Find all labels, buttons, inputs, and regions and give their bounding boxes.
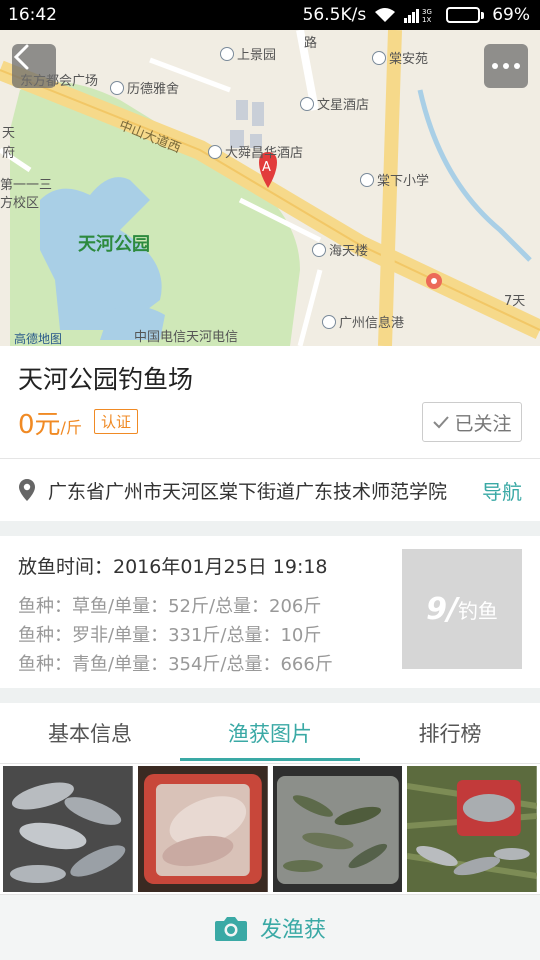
species-row: 鱼种：草鱼/单量：52斤/总量：206斤 <box>18 596 322 617</box>
status-time: 16:42 <box>8 5 57 25</box>
back-button[interactable] <box>12 44 56 88</box>
species-row: 鱼种：罗非/单量：331斤/总量：10斤 <box>18 625 322 646</box>
tab-bar: 基本信息 渔获图片 排行榜 <box>0 703 540 763</box>
place-header: 天河公园钓鱼场 0元/斤 认证 已关注 <box>0 346 540 458</box>
stocking-time: 放鱼时间：2016年01月25日 19:18 <box>18 552 328 579</box>
map-label-school-area: 方校区 <box>0 196 40 211</box>
map-label-wenxing: 文星酒店 <box>300 94 369 113</box>
map-label-dashun: 大舜昌华酒店 <box>208 142 303 161</box>
battery-percent: 69% <box>492 5 530 25</box>
navigate-button[interactable]: 导航 <box>482 476 522 505</box>
place-title: 天河公园钓鱼场 <box>18 365 194 394</box>
battery-icon <box>446 7 485 23</box>
map-label-lu: 路 <box>304 36 318 51</box>
map-view[interactable]: A 上景园 棠安苑 历德雅舍 文星酒店 中山大道西 大舜昌华酒店 棠下小学 天河… <box>0 30 540 346</box>
map-label-tangxia-school: 棠下小学 <box>360 170 429 189</box>
network-speed: 56.5K/s <box>302 5 367 25</box>
follow-label: 已关注 <box>454 412 512 435</box>
map-label-shangjing: 上景园 <box>220 44 276 63</box>
chevron-left-icon <box>13 44 29 70</box>
map-label-haitian: 海天楼 <box>312 240 368 259</box>
wifi-icon <box>375 8 396 22</box>
species-row: 鱼种：青鱼/单量：354斤/总量：666斤 <box>18 654 333 675</box>
address-row[interactable]: 广东省广州市天河区棠下街道广东技术师范学院 导航 <box>0 459 540 521</box>
tab-catch-photos[interactable]: 渔获图片 <box>180 703 360 763</box>
logo-text: 钓鱼 <box>457 598 498 623</box>
catch-photo[interactable] <box>137 766 268 892</box>
signal-1x-label: 1X <box>422 16 431 23</box>
tab-leaderboard[interactable]: 排行榜 <box>360 703 540 763</box>
map-label-tangan: 棠安苑 <box>372 48 428 67</box>
price-unit: /斤 <box>60 418 82 437</box>
more-options-button[interactable] <box>484 44 528 88</box>
stocking-info: 放鱼时间：2016年01月25日 19:18 鱼种：草鱼/单量：52斤/总量：2… <box>0 536 540 688</box>
post-catch-label: 发渔获 <box>259 917 326 943</box>
stocking-time-label: 放鱼时间： <box>18 556 114 578</box>
catch-photo[interactable] <box>272 766 403 892</box>
location-pin-icon <box>19 479 35 501</box>
post-catch-button[interactable]: 发渔获 <box>0 894 540 960</box>
stocking-time-value: 2016年01月25日 19:18 <box>113 556 328 578</box>
check-icon <box>433 416 450 429</box>
map-marker-label: A <box>262 160 271 175</box>
camera-icon <box>214 916 247 941</box>
app-logo-placeholder: 9/ 钓鱼 <box>402 549 522 669</box>
price-amount: 0元 <box>18 410 61 440</box>
catch-photo[interactable] <box>3 766 133 892</box>
section-gap <box>0 521 540 536</box>
map-label-telecom: 中国电信天河电信 <box>134 330 239 345</box>
map-attribution: 高德地图 <box>14 332 63 346</box>
status-bar: 16:42 56.5K/s 3G 1X 69% <box>0 0 540 30</box>
catch-photo[interactable] <box>407 766 537 892</box>
map-label-park: 天河公园 <box>78 234 150 255</box>
more-dots-icon <box>492 63 520 69</box>
status-indicators: 56.5K/s 3G 1X 69% <box>303 5 530 25</box>
signal-3g-label: 3G <box>422 8 432 16</box>
map-label-first-school: 第一一三 <box>0 178 53 193</box>
map-label-xinxigang: 广州信息港 <box>322 312 404 331</box>
species-list: 鱼种：草鱼/单量：52斤/总量：206斤 鱼种：罗非/单量：331斤/总量：10… <box>18 592 333 679</box>
signal-icon: 3G 1X <box>404 8 432 23</box>
section-gap <box>0 688 540 703</box>
map-label-seven-eleven: 7天 <box>504 294 526 309</box>
map-label-fu: 府 <box>2 146 16 161</box>
catch-photo-grid <box>0 764 540 894</box>
logo-mark: 9/ <box>426 591 458 627</box>
price-value: 0元/斤 <box>18 404 82 441</box>
tab-active-indicator <box>180 758 360 761</box>
tab-basic-info[interactable]: 基本信息 <box>0 703 180 763</box>
follow-button[interactable]: 已关注 <box>422 402 522 442</box>
certified-badge: 认证 <box>94 409 139 434</box>
map-label-sky-left: 天 <box>2 126 16 141</box>
address-text: 广东省广州市天河区棠下街道广东技术师范学院 <box>48 480 448 503</box>
map-label-lide: 历德雅舍 <box>110 78 179 97</box>
